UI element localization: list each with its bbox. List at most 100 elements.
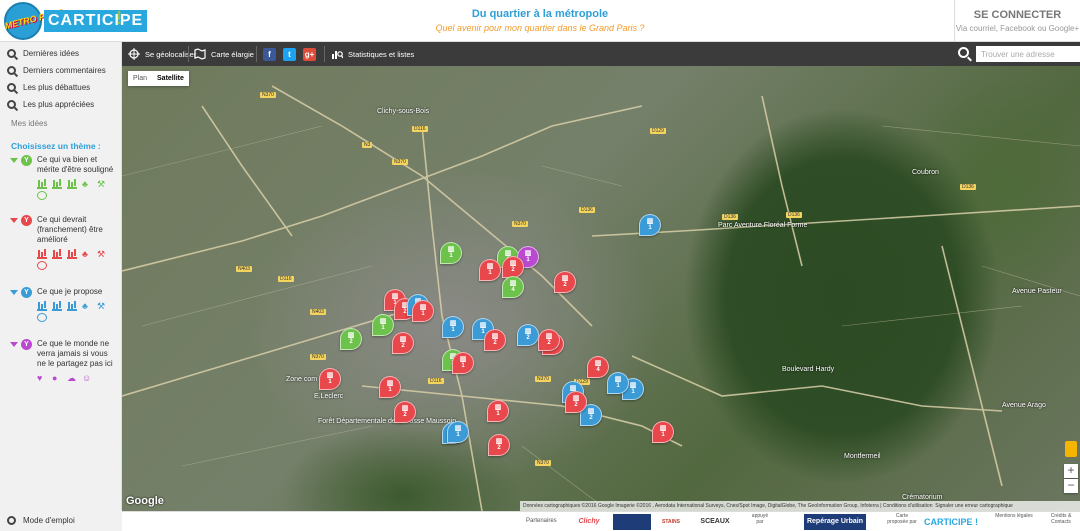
search-icon <box>7 49 16 58</box>
tree-icon[interactable]: ♣ <box>82 250 92 259</box>
idea-marker[interactable]: ▥1 <box>479 259 501 281</box>
idea-marker[interactable]: ▥ 4 <box>587 356 609 378</box>
wide-map-button[interactable]: Carte élargie <box>194 42 254 66</box>
theme-je-propose[interactable]: Y Ce que je propose ♣ ⚒ <box>0 287 121 333</box>
map-place-label: Parc Aventure Floréal Forme <box>718 222 808 229</box>
reperage-urbain-logo[interactable]: Repérage Urbain <box>804 514 866 530</box>
marker-category-icon: ▥ <box>561 275 569 282</box>
idea-marker[interactable]: ▥ 4 <box>502 276 524 298</box>
map-place-label: Avenue Pasteur <box>1012 288 1062 295</box>
mode-emploi-link[interactable]: Mode d'emploi <box>0 510 122 531</box>
search-icon[interactable] <box>958 47 969 58</box>
report-error-link[interactable]: Signaler une erreur cartographique <box>935 503 1013 509</box>
speech-bubble-icon[interactable]: ☁ <box>67 374 77 383</box>
marker-count: 2 <box>563 282 567 288</box>
idea-marker[interactable]: ▥2 <box>538 329 560 351</box>
smiley-icon[interactable]: ☺ <box>82 374 92 383</box>
carticipe-logo[interactable]: METRO POP ! CARTICIPE ! <box>4 2 148 40</box>
speech-bubble-icon[interactable] <box>37 261 47 270</box>
sidebar-item-plus-appreciees[interactable]: Les plus appréciées <box>0 96 121 113</box>
street-view-pegman-icon[interactable] <box>1065 441 1077 457</box>
idea-marker[interactable]: ▥2 <box>565 391 587 413</box>
idea-marker[interactable]: ▥2 <box>392 332 414 354</box>
idea-marker[interactable]: ▥2 <box>488 434 510 456</box>
sidebar-item-mes-idees[interactable]: Mes idées <box>0 113 121 135</box>
speech-bubble-icon[interactable] <box>37 191 47 200</box>
marker-count: 2 <box>511 267 515 273</box>
idea-marker[interactable]: ▥1 <box>442 316 464 338</box>
credits-link[interactable]: Crédits & Contacts <box>1042 513 1080 525</box>
transport-icon[interactable]: ⚒ <box>97 302 107 311</box>
tree-icon[interactable]: ♣ <box>82 180 92 189</box>
chevron-down-icon[interactable] <box>10 342 18 347</box>
google-logo[interactable]: Google <box>126 495 164 507</box>
idea-marker[interactable]: ▥1 <box>372 314 394 336</box>
factory-icon[interactable] <box>67 302 77 311</box>
building-icon[interactable] <box>37 302 47 311</box>
idea-marker[interactable]: ▥1 <box>447 421 469 443</box>
sidebar-item-label: Les plus débattues <box>23 83 91 92</box>
transport-icon[interactable]: ⚒ <box>97 250 107 259</box>
transport-icon[interactable]: ⚒ <box>97 180 107 189</box>
exclamation-icon[interactable]: ● <box>52 374 62 383</box>
idea-marker[interactable]: ▥2 <box>340 328 362 350</box>
chevron-down-icon[interactable] <box>10 290 18 295</box>
tab-plan[interactable]: Plan <box>128 71 152 86</box>
satellite-map[interactable]: Plan Satellite Clichy-sous-Bois Zone com E… <box>122 66 1080 511</box>
facebook-button[interactable]: f <box>263 42 276 66</box>
logo-exclamation: ! <box>116 8 122 28</box>
idea-marker[interactable]: ▥1 <box>487 400 509 422</box>
idea-marker[interactable]: ▥1 <box>379 376 401 398</box>
tab-satellite[interactable]: Satellite <box>152 71 189 86</box>
map-place-label: Crématorium <box>902 494 943 501</box>
zoom-out-button[interactable]: − <box>1064 479 1078 493</box>
theme-va-bien[interactable]: Y Ce qui va bien et mérite d'être soulig… <box>0 155 121 209</box>
idea-marker[interactable]: ▥2 <box>484 329 506 351</box>
googleplus-button[interactable]: g+ <box>303 42 316 66</box>
idea-marker[interactable]: ▥1 <box>412 300 434 322</box>
idea-marker[interactable]: ▥2 <box>502 256 524 278</box>
road-shield: D116 <box>412 126 428 132</box>
marker-count: 2 <box>589 415 593 421</box>
housing-icon[interactable] <box>52 302 62 311</box>
factory-icon[interactable] <box>67 250 77 259</box>
page-subtitle: Quel avenir pour mon quartier dans le Gr… <box>435 23 645 33</box>
twitter-button[interactable]: t <box>283 42 296 66</box>
geolocate-button[interactable]: Se géolocaliser <box>128 42 196 66</box>
stains-logo[interactable]: STAINS <box>654 514 688 530</box>
idea-marker[interactable]: ▥1 <box>639 214 661 236</box>
theme-ameliore[interactable]: Y Ce qui devrait (franchement) être amél… <box>0 215 121 281</box>
building-icon[interactable] <box>37 250 47 259</box>
sidebar-item-dernieres-idees[interactable]: Dernières idées <box>0 45 121 62</box>
speech-bubble-icon[interactable] <box>37 313 47 322</box>
idea-marker[interactable]: ▥2 <box>517 324 539 346</box>
chevron-down-icon[interactable] <box>10 158 18 163</box>
idea-marker[interactable]: ▥1 <box>607 372 629 394</box>
idea-marker[interactable]: ▥1 <box>319 368 341 390</box>
login-button[interactable]: SE CONNECTER Via courriel, Facebook ou G… <box>954 0 1080 42</box>
stats-button[interactable]: Statistiques et listes <box>331 42 414 66</box>
zoom-in-button[interactable]: + <box>1064 464 1078 478</box>
housing-icon[interactable] <box>52 180 62 189</box>
sceaux-logo[interactable]: SCEAUX <box>690 514 740 530</box>
factory-icon[interactable] <box>67 180 77 189</box>
address-search-input[interactable] <box>976 46 1080 62</box>
heart-icon[interactable]: ♥ <box>37 374 47 383</box>
sidebar-item-plus-debattues[interactable]: Les plus débattues <box>0 79 121 96</box>
idea-marker[interactable]: ▥1 <box>452 352 474 374</box>
tree-icon[interactable]: ♣ <box>82 302 92 311</box>
idea-marker[interactable]: ▥1 <box>440 242 462 264</box>
sidebar-item-derniers-commentaires[interactable]: Derniers commentaires <box>0 62 121 79</box>
clichy-logo[interactable]: Clichy <box>568 514 610 530</box>
theme-monde-ne-verra[interactable]: Y Ce que le monde ne verra jamais si vou… <box>0 339 121 395</box>
building-icon[interactable] <box>37 180 47 189</box>
legal-link[interactable]: Mentions légales <box>992 513 1036 519</box>
carticipe-footer-logo[interactable]: CARTICIPE ! <box>919 514 983 530</box>
housing-icon[interactable] <box>52 250 62 259</box>
idea-marker[interactable]: ▥2 <box>394 401 416 423</box>
idea-marker[interactable]: ▥2 <box>554 271 576 293</box>
chevron-down-icon[interactable] <box>10 218 18 223</box>
partner-logo[interactable] <box>613 514 651 530</box>
partners-footer: Partenaires Clichy STAINS SCEAUX appuyé … <box>122 511 1080 531</box>
idea-marker[interactable]: ▥1 <box>652 421 674 443</box>
